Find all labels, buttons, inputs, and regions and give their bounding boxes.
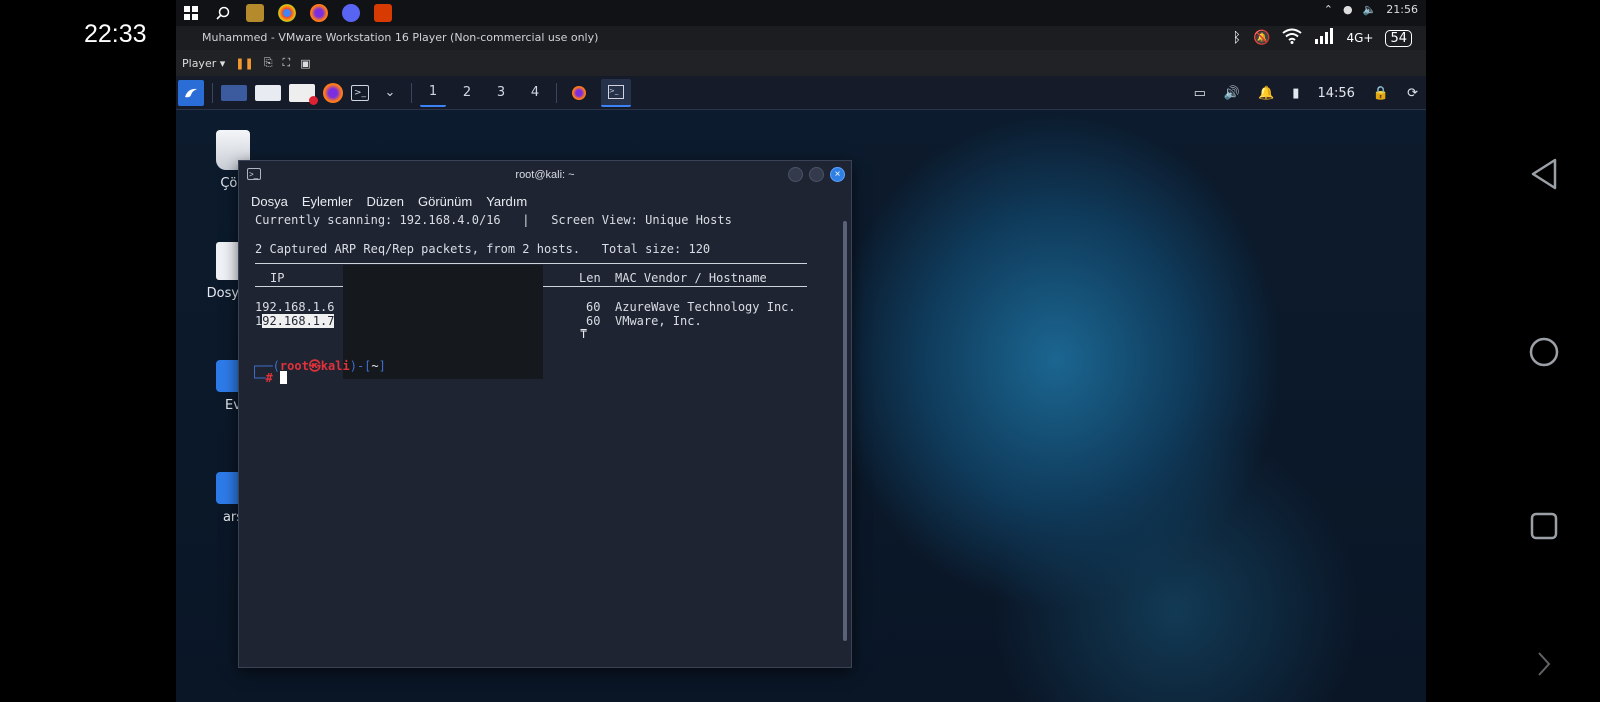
- workspace-1[interactable]: 1: [420, 79, 446, 107]
- panel-separator: [212, 82, 213, 103]
- captured-packets-line: 2 Captured ARP Req/Rep packets, from 2 h…: [255, 242, 711, 256]
- screen-mirror: ⌃ ● 🔈 21:56 Muhammed - VMware Workstatio…: [176, 0, 1426, 702]
- show-desktop-icon[interactable]: [221, 84, 247, 101]
- terminal-titlebar[interactable]: >_ root@kali: ~ ×: [239, 161, 851, 189]
- chevron-right-icon[interactable]: [1522, 642, 1566, 686]
- row-len: 60: [586, 300, 601, 314]
- kali-tray: ▭ 🔊 🔔 ▮ 14:56 🔒 ⟳: [1194, 76, 1418, 110]
- column-header-ip: IP: [270, 271, 285, 285]
- text-cursor: [279, 371, 287, 384]
- panel-separator: [556, 82, 557, 103]
- windows-tray: ⌃ ● 🔈 21:56: [1324, 3, 1418, 16]
- send-ctrl-alt-del-icon[interactable]: ⎘: [264, 56, 273, 70]
- battery-indicator: 54: [1385, 29, 1412, 47]
- vmware-toolbar: Player ▾ ❚❚ ⎘ ⛶ ▣: [176, 50, 1426, 76]
- selected-text: 92.168.1.7: [262, 314, 335, 328]
- search-icon[interactable]: [214, 4, 232, 22]
- recents-icon[interactable]: [1522, 504, 1566, 548]
- terminal-title: root@kali: ~: [515, 169, 575, 181]
- text-editor-icon[interactable]: [289, 83, 318, 105]
- kali-clock[interactable]: 14:56: [1317, 86, 1354, 101]
- chevron-up-icon[interactable]: ⌃: [1324, 3, 1333, 16]
- scan-status-line: Currently scanning: 192.168.4.0/16 | Scr…: [255, 213, 732, 227]
- volume-icon[interactable]: 🔈: [1363, 3, 1377, 16]
- mouse-cursor-icon: ⍑: [580, 327, 588, 341]
- chevron-down-icon[interactable]: ⌄: [377, 80, 403, 106]
- logout-icon[interactable]: ⟳: [1407, 86, 1418, 101]
- back-icon[interactable]: [1522, 152, 1566, 196]
- battery-icon[interactable]: ▮: [1292, 86, 1299, 101]
- column-header-vendor: MAC Vendor / Hostname: [615, 271, 767, 285]
- unity-icon[interactable]: ▣: [300, 57, 310, 70]
- volume-icon[interactable]: 🔊: [1224, 86, 1240, 101]
- row-ip: 192.168.1.7: [255, 314, 335, 328]
- row-len: 60: [586, 314, 601, 328]
- mic-icon[interactable]: ●: [1343, 3, 1353, 16]
- notification-bell-icon[interactable]: 🔔: [1258, 86, 1274, 101]
- windows-taskbar: ⌃ ● 🔈 21:56: [176, 0, 1426, 26]
- terminal-icon[interactable]: >_: [351, 84, 369, 101]
- terminal-scrollbar[interactable]: [843, 221, 847, 641]
- fullscreen-icon[interactable]: ⛶: [283, 56, 291, 70]
- phone-clock: 22:33: [84, 20, 147, 48]
- menu-yardim[interactable]: Yardım: [486, 194, 527, 209]
- firefox-task-icon[interactable]: [565, 80, 593, 106]
- pause-icon[interactable]: ❚❚: [235, 57, 253, 70]
- workspace-3[interactable]: 3: [488, 80, 514, 106]
- signal-icon: [1314, 28, 1334, 48]
- home-icon[interactable]: [1522, 330, 1566, 374]
- discord-icon[interactable]: [342, 4, 360, 22]
- mute-icon: 🔕: [1253, 30, 1271, 46]
- terminal-task-icon[interactable]: >_: [601, 78, 631, 107]
- player-menu[interactable]: Player ▾: [182, 57, 225, 70]
- shell-input-line[interactable]: └─#: [251, 371, 287, 385]
- android-nav-bar: [1500, 0, 1600, 702]
- windows-start-icon[interactable]: [182, 4, 200, 22]
- phone-status-icons: ᛒ 🔕 4G+ 54: [1233, 28, 1412, 48]
- column-header-len: Len: [579, 271, 601, 285]
- terminal-window[interactable]: >_ root@kali: ~ × Dosya Eylemler Düzen G…: [238, 160, 852, 668]
- windows-clock[interactable]: 21:56: [1386, 3, 1418, 16]
- table-rule: [255, 263, 807, 264]
- row-vendor: AzureWave Technology Inc.: [615, 300, 796, 314]
- maximize-button[interactable]: [809, 167, 824, 182]
- wifi-icon: [1282, 28, 1303, 48]
- kali-desktop: Çöp Dosya S Ev arş >_ root@kali: ~ × Dos…: [176, 110, 1426, 702]
- row-vendor: VMware, Inc.: [615, 314, 702, 328]
- minimize-button[interactable]: [788, 167, 803, 182]
- kali-panel: >_ ⌄ 1 2 3 4 >_ ▭ 🔊 🔔 ▮ 14:56 🔒 ⟳: [176, 76, 1426, 110]
- menu-duzen[interactable]: Düzen: [366, 194, 404, 209]
- network-type: 4G+: [1346, 31, 1374, 45]
- bluetooth-icon: ᛒ: [1232, 30, 1242, 46]
- menu-eylemler[interactable]: Eylemler: [302, 194, 353, 209]
- row-ip: 192.168.1.6: [255, 300, 335, 314]
- workspace-4[interactable]: 4: [522, 80, 548, 106]
- kali-menu-icon[interactable]: [178, 79, 204, 106]
- lock-icon[interactable]: 🔒: [1373, 86, 1389, 101]
- menu-dosya[interactable]: Dosya: [251, 194, 288, 209]
- terminal-window-icon: >_: [247, 168, 261, 180]
- firefox-icon[interactable]: [323, 82, 343, 103]
- office-icon[interactable]: [374, 4, 392, 22]
- menu-gorunum[interactable]: Görünüm: [418, 194, 472, 209]
- close-button[interactable]: ×: [830, 167, 845, 182]
- terminal-menubar: Dosya Eylemler Düzen Görünüm Yardım: [239, 189, 851, 213]
- chrome-icon[interactable]: [278, 4, 296, 22]
- workspace-2[interactable]: 2: [454, 80, 480, 106]
- display-icon[interactable]: ▭: [1194, 86, 1206, 101]
- file-manager-icon[interactable]: [255, 84, 281, 101]
- firefox-icon[interactable]: [310, 4, 328, 22]
- panel-separator: [411, 82, 412, 103]
- vmware-icon[interactable]: [246, 4, 264, 22]
